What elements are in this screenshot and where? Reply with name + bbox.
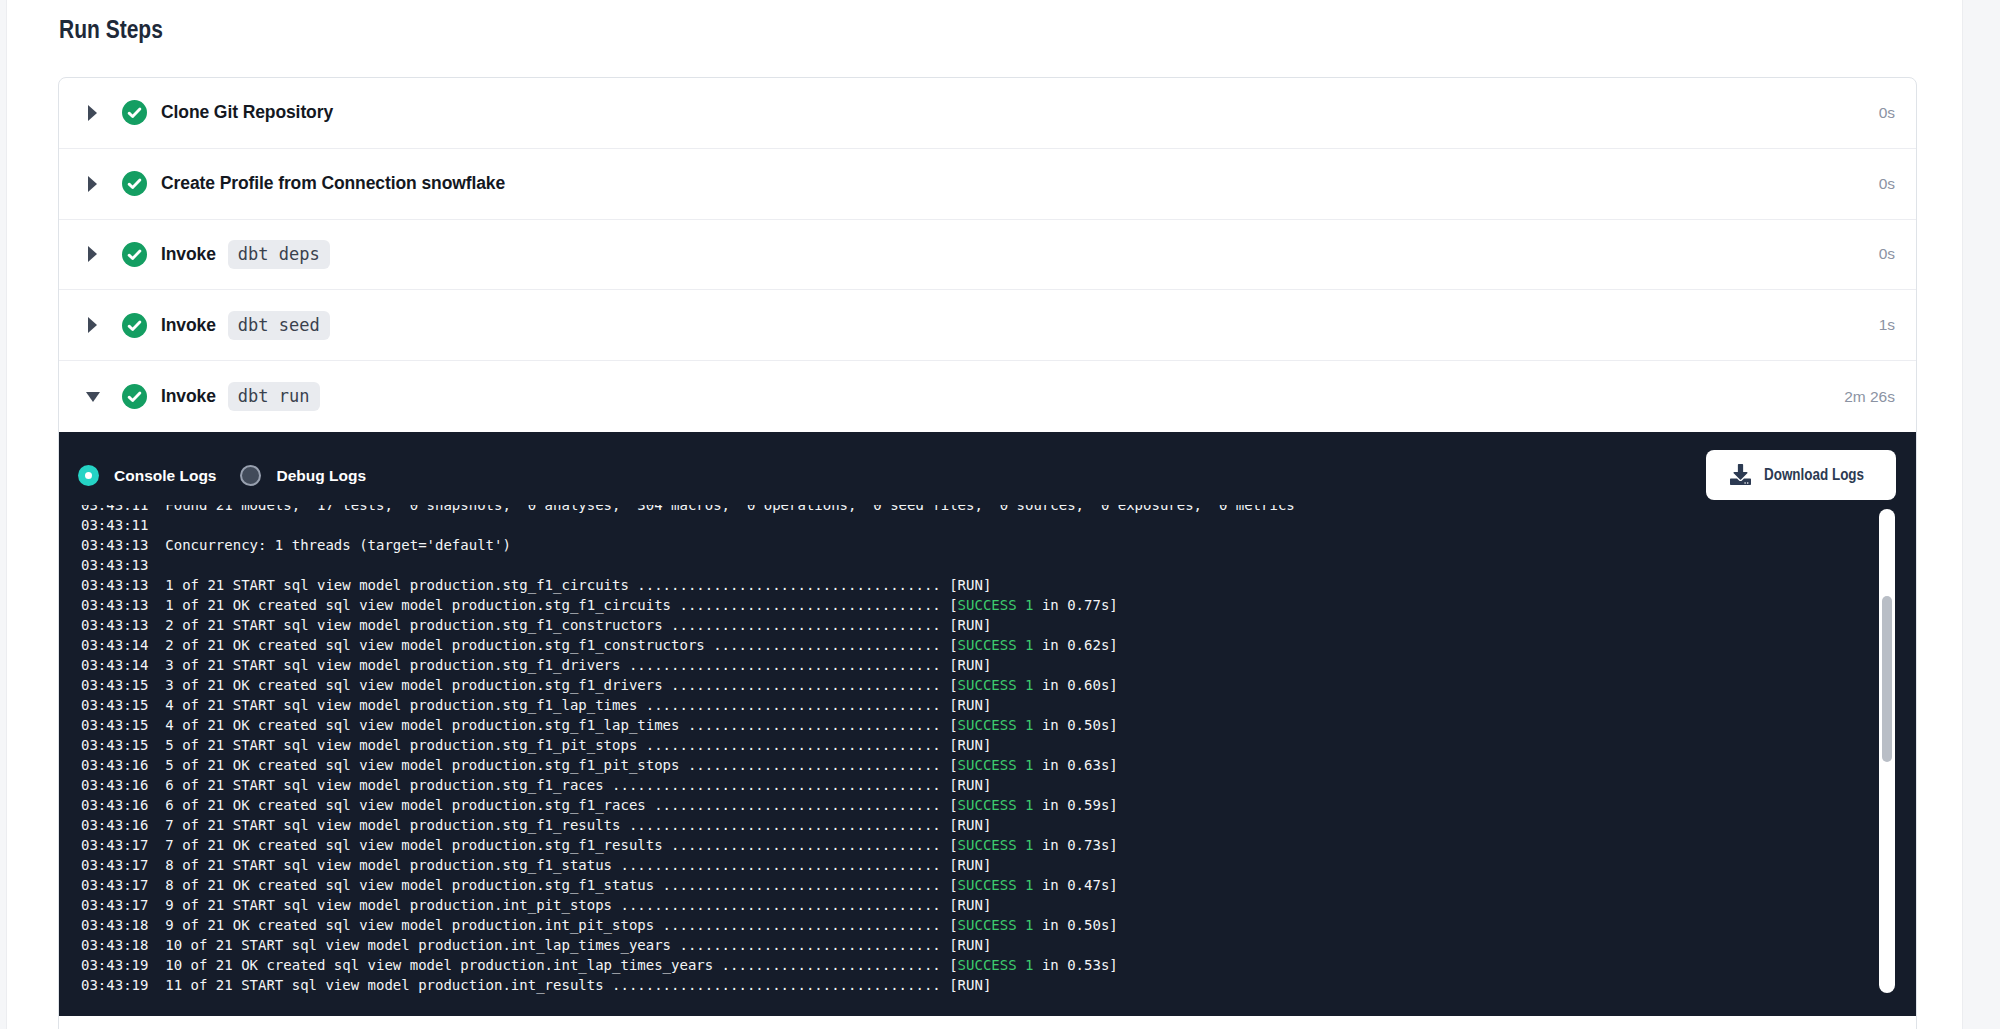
log-line: 03:43:17 8 of 21 OK created sql view mod… [81,875,1295,895]
step-command-badge: dbt seed [228,311,330,340]
step-label: Invoke [161,315,216,336]
console-log-output[interactable]: 03:43:11 Found 21 models, 17 tests, 0 sn… [81,505,1871,995]
check-circle-icon [122,313,147,338]
check-circle-icon [122,384,147,409]
radio-label: Console Logs [114,467,216,485]
check-circle-icon [122,171,147,196]
content-panel: Run Steps Clone Git Repository 0s Create… [6,0,1963,1029]
log-line: 03:43:18 10 of 21 START sql view model p… [81,935,1295,955]
step-duration: 0s [1879,104,1895,122]
log-line: 03:43:13 Concurrency: 1 threads (target=… [81,535,1295,555]
step-label: Clone Git Repository [161,102,333,123]
chevron-down-icon[interactable] [85,392,100,402]
log-line: 03:43:11 Found 21 models, 17 tests, 0 sn… [81,505,1295,515]
step-label: Invoke [161,244,216,265]
console-scrollbar-track[interactable] [1879,509,1895,993]
download-logs-label: Download Logs [1764,466,1864,484]
step-row-clone-git-repository[interactable]: Clone Git Repository 0s [59,78,1916,149]
log-line: 03:43:15 4 of 21 START sql view model pr… [81,695,1295,715]
log-line: 03:43:18 9 of 21 OK created sql view mod… [81,915,1295,935]
radio-selected-icon[interactable] [78,465,99,486]
console-log-panel: Console Logs Debug Logs Download Logs 03… [59,432,1916,1016]
log-content: 03:43:11 Found 21 models, 17 tests, 0 sn… [81,505,1295,995]
step-row-invoke-dbt-deps[interactable]: Invoke dbt deps 0s [59,220,1916,291]
step-duration: 1s [1879,316,1895,334]
log-line: 03:43:16 7 of 21 START sql view model pr… [81,815,1295,835]
log-line: 03:43:13 [81,555,1295,575]
log-line: 03:43:16 6 of 21 OK created sql view mod… [81,795,1295,815]
step-duration: 0s [1879,245,1895,263]
radio-unselected-icon[interactable] [240,465,261,486]
log-line: 03:43:11 [81,515,1295,535]
log-line: 03:43:15 3 of 21 OK created sql view mod… [81,675,1295,695]
log-line: 03:43:15 4 of 21 OK created sql view mod… [81,715,1295,735]
log-line: 03:43:15 5 of 21 START sql view model pr… [81,735,1295,755]
log-line: 03:43:17 8 of 21 START sql view model pr… [81,855,1295,875]
download-logs-button[interactable]: Download Logs [1706,450,1896,500]
log-line: 03:43:16 6 of 21 START sql view model pr… [81,775,1295,795]
radio-debug-logs[interactable]: Debug Logs [240,465,366,486]
log-line: 03:43:13 1 of 21 START sql view model pr… [81,575,1295,595]
step-row-invoke-dbt-seed[interactable]: Invoke dbt seed 1s [59,290,1916,361]
log-line: 03:43:14 2 of 21 OK created sql view mod… [81,635,1295,655]
check-circle-icon [122,100,147,125]
step-label: Create Profile from Connection snowflake [161,173,505,194]
chevron-right-icon[interactable] [85,246,100,262]
run-steps-card: Clone Git Repository 0s Create Profile f… [58,77,1917,1029]
console-scrollbar-thumb[interactable] [1882,596,1892,762]
log-line: 03:43:19 11 of 21 START sql view model p… [81,975,1295,995]
step-row-create-profile[interactable]: Create Profile from Connection snowflake… [59,149,1916,220]
chevron-right-icon[interactable] [85,176,100,192]
download-icon [1730,464,1751,485]
log-line: 03:43:16 5 of 21 OK created sql view mod… [81,755,1295,775]
check-circle-icon [122,242,147,267]
log-line: 03:43:17 7 of 21 OK created sql view mod… [81,835,1295,855]
step-duration: 2m 26s [1844,388,1895,406]
log-line: 03:43:13 1 of 21 OK created sql view mod… [81,595,1295,615]
log-line: 03:43:17 9 of 21 START sql view model pr… [81,895,1295,915]
step-command-badge: dbt deps [228,240,330,269]
chevron-right-icon[interactable] [85,317,100,333]
page-title: Run Steps [59,15,163,44]
step-command-badge: dbt run [228,382,320,411]
step-label: Invoke [161,386,216,407]
chevron-right-icon[interactable] [85,105,100,121]
radio-label: Debug Logs [276,467,366,485]
log-line: 03:43:13 2 of 21 START sql view model pr… [81,615,1295,635]
radio-console-logs[interactable]: Console Logs [78,465,216,486]
step-duration: 0s [1879,175,1895,193]
log-line: 03:43:19 10 of 21 OK created sql view mo… [81,955,1295,975]
step-row-invoke-dbt-run[interactable]: Invoke dbt run 2m 26s [59,361,1916,432]
log-line: 03:43:14 3 of 21 START sql view model pr… [81,655,1295,675]
